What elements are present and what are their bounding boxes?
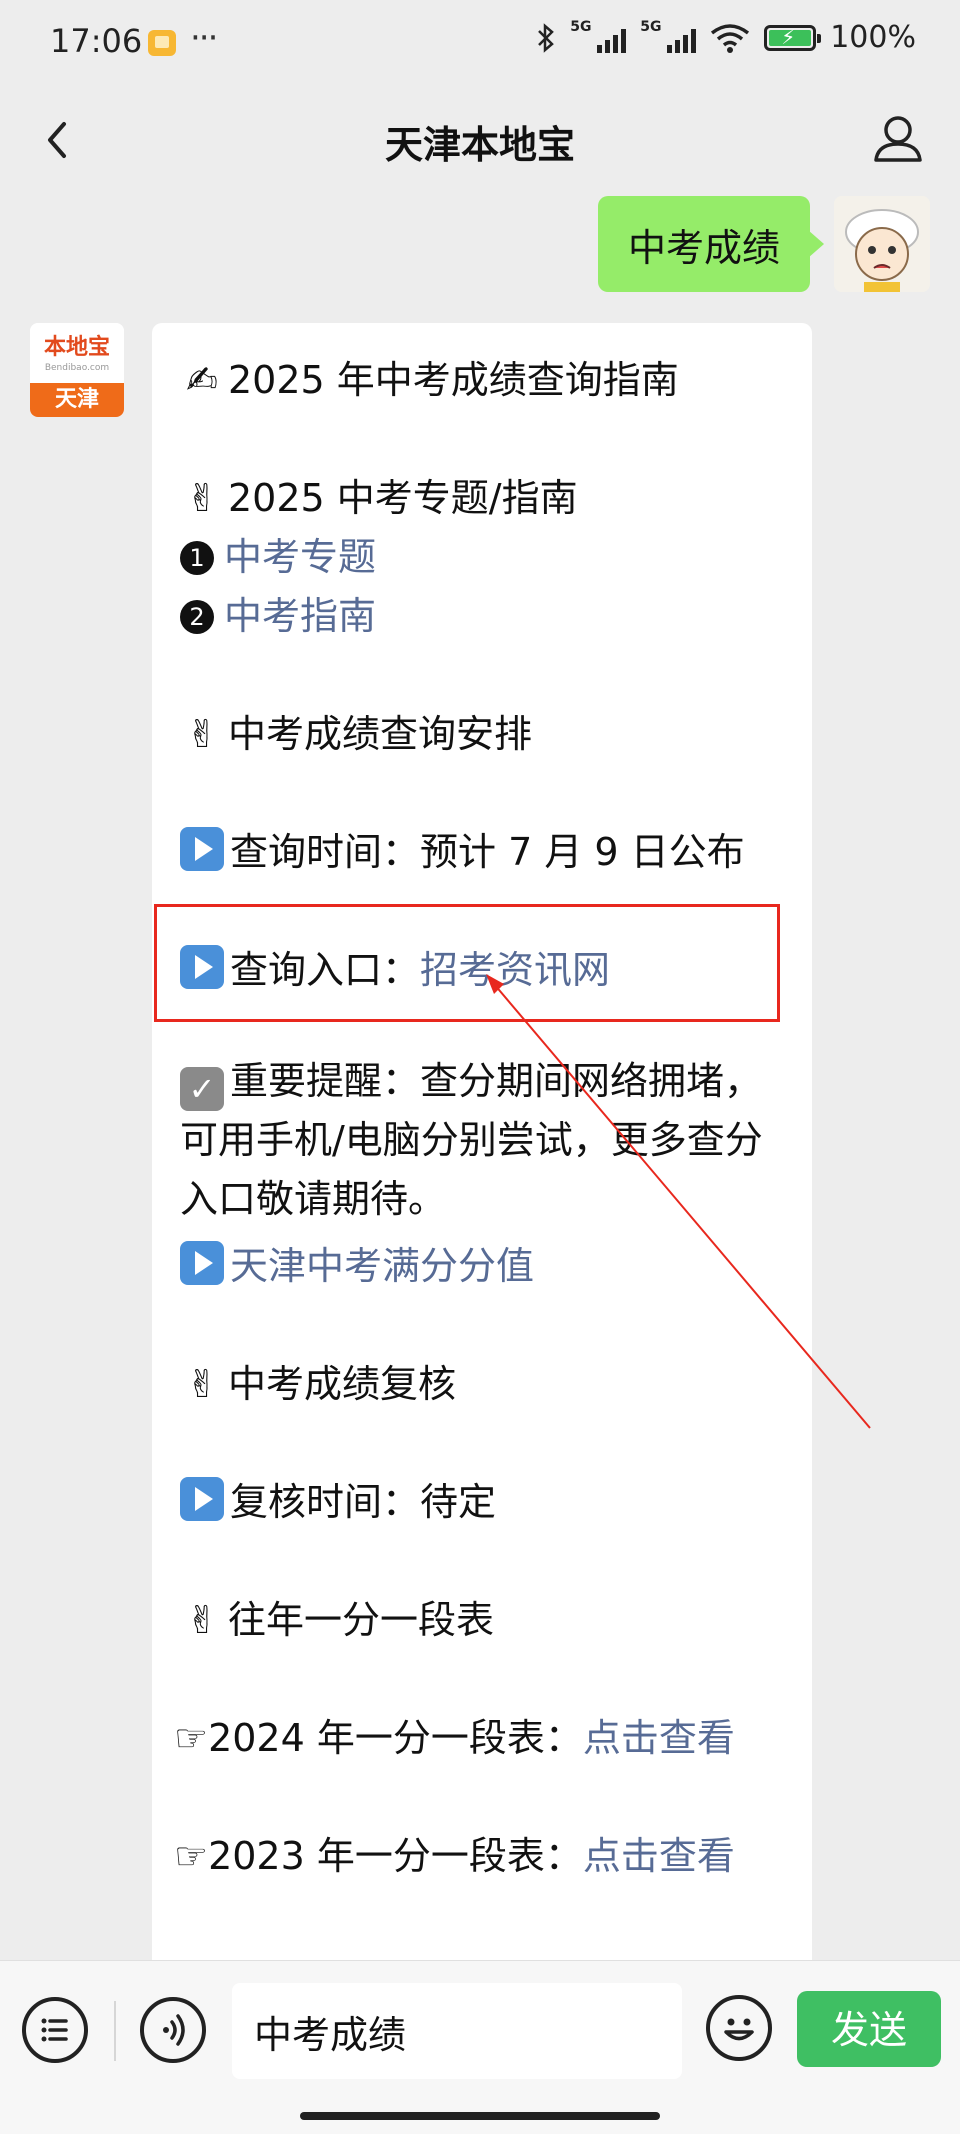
score-table-2023-link[interactable]: 点击查看 (583, 1834, 735, 1878)
bluetooth-icon (536, 22, 556, 54)
topic-item-2: 2 中考指南 (180, 585, 376, 640)
score-table-2023-line: ☞2023 年一分一段表：点击查看 (174, 1825, 735, 1880)
more-notifications-icon: ··· (190, 18, 218, 58)
schedule-heading: 中考成绩查询安排 (228, 712, 533, 756)
wifi-icon (710, 23, 750, 53)
signal-icon-1: 5G (570, 18, 627, 55)
battery-icon: ⚡ (764, 24, 822, 51)
query-time-line: 查询时间：预计 7 月 9 日公布 (180, 821, 745, 876)
victory-hand-icon: ✌ (186, 476, 218, 520)
number-badge-2: 2 (180, 600, 214, 634)
bot-avatar-sub: Bendibao.com (44, 363, 110, 373)
network-type-2: 5G (640, 18, 662, 35)
full-score-link[interactable]: 天津中考满分分值 (230, 1244, 534, 1288)
bot-avatar-city: 天津 (30, 383, 124, 417)
highlight-box-annotation (154, 904, 780, 1022)
play-icon (180, 827, 224, 871)
smiley-icon (724, 2018, 754, 2041)
emoji-button[interactable] (706, 1995, 772, 2061)
score-table-heading-line: ✌ 往年一分一段表 (180, 1589, 494, 1644)
notification-app-icon (148, 30, 176, 56)
score-table-heading: 往年一分一段表 (228, 1598, 495, 1642)
menu-button[interactable] (22, 1997, 88, 2063)
query-time-text: 查询时间：预计 7 月 9 日公布 (230, 830, 745, 874)
sheep-avatar-image (834, 196, 930, 292)
score-table-2023-label: ☞2023 年一分一段表： (174, 1834, 583, 1878)
home-indicator[interactable] (300, 2112, 660, 2120)
nav-bar: 天津本地宝 (0, 90, 960, 200)
reminder-text: 重要提醒：查分期间网络拥堵，可用手机/电脑分别尝试，更多查分入口敬请期待。 (180, 1059, 763, 1221)
input-bar: 发送 (0, 1960, 960, 2134)
user-avatar[interactable] (834, 196, 930, 292)
reminder-paragraph: ✓ 重要提醒：查分期间网络拥堵，可用手机/电脑分别尝试，更多查分入口敬请期待。 (180, 1052, 790, 1229)
status-indicators: 5G 5G ⚡ 100% (536, 18, 916, 55)
topic-heading: 2025 中考专题/指南 (228, 476, 578, 520)
topic-item-1: 1 中考专题 (180, 526, 376, 581)
bot-avatar-logo: 本地宝 Bendibao.com (30, 323, 124, 383)
recheck-time-line: 复核时间：待定 (180, 1471, 496, 1526)
schedule-heading-line: ✌ 中考成绩查询安排 (180, 703, 532, 758)
bot-message-bubble: ✍ 2025 年中考成绩查询指南 ✌ 2025 中考专题/指南 1 中考专题 2 中考指… (152, 323, 812, 2003)
user-message-bubble[interactable]: 中考成绩 (597, 196, 825, 292)
guide-title: 2025 年中考成绩查询指南 (228, 358, 679, 402)
score-table-2024-link[interactable]: 点击查看 (583, 1716, 735, 1760)
guide-title-line: ✍ 2025 年中考成绩查询指南 (180, 349, 679, 404)
signal-icon-2: 5G (640, 18, 697, 55)
voice-button[interactable] (140, 1997, 206, 2063)
bot-avatar-brand: 本地宝 (43, 335, 110, 360)
status-time: 17:06 (50, 22, 143, 60)
play-icon (180, 1477, 224, 1521)
bot-avatar[interactable]: 本地宝 Bendibao.com 天津 (30, 323, 124, 417)
recheck-heading-line: ✌ 中考成绩复核 (180, 1353, 456, 1408)
check-box-icon: ✓ (180, 1067, 224, 1111)
victory-hand-icon: ✌ (186, 1362, 218, 1406)
send-button[interactable]: 发送 (797, 1991, 941, 2067)
play-icon (180, 1241, 224, 1285)
zhongkao-guide-link[interactable]: 中考指南 (224, 594, 376, 638)
profile-button[interactable] (866, 108, 930, 172)
victory-hand-icon: ✌ (186, 712, 218, 756)
network-type-1: 5G (570, 18, 592, 35)
voice-icon (163, 2014, 185, 2046)
writing-hand-icon: ✍ (186, 358, 218, 402)
message-input[interactable] (232, 1983, 682, 2079)
battery-percent: 100% (830, 20, 916, 55)
zhongkao-topic-link[interactable]: 中考专题 (224, 535, 376, 579)
person-icon (874, 116, 922, 162)
score-table-2024-label: ☞2024 年一分一段表： (174, 1716, 583, 1760)
topic-heading-line: ✌ 2025 中考专题/指南 (180, 467, 578, 522)
list-menu-icon (41, 2018, 68, 2042)
status-bar: 17:06 ··· 5G 5G ⚡ 100% (0, 0, 960, 90)
recheck-time-text: 复核时间：待定 (230, 1480, 497, 1524)
user-message-text: 中考成绩 (627, 225, 780, 270)
victory-hand-icon: ✌ (186, 1598, 218, 1642)
recheck-heading: 中考成绩复核 (228, 1362, 457, 1406)
score-table-2024-line: ☞2024 年一分一段表：点击查看 (174, 1707, 735, 1762)
input-divider (114, 2001, 116, 2061)
chat-title: 天津本地宝 (384, 123, 575, 167)
full-score-line: 天津中考满分分值 (180, 1235, 534, 1290)
number-badge-1: 1 (180, 541, 214, 575)
